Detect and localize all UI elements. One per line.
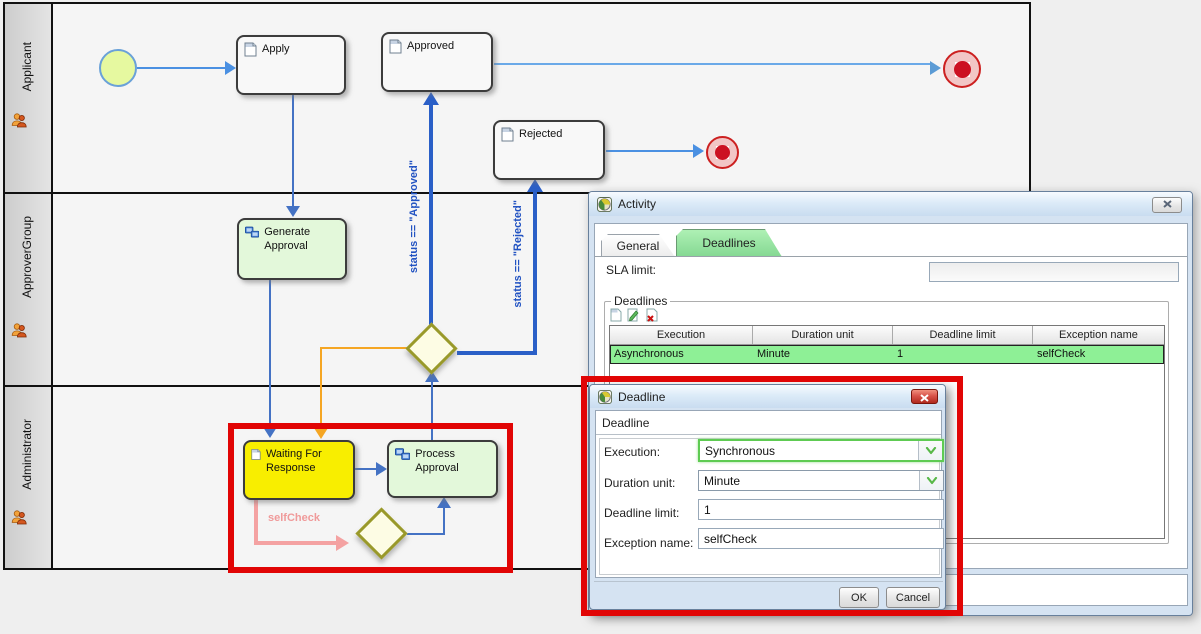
tab-baseline <box>595 256 1187 257</box>
flow-gateway-to-approved[interactable] <box>429 102 433 326</box>
flow-loop-back[interactable] <box>320 347 322 429</box>
highlight-rectangle-dialog <box>581 376 963 616</box>
lane-divider <box>5 192 51 194</box>
deadlines-table-header[interactable]: Execution Duration unit Deadline limit E… <box>610 326 1164 345</box>
start-event[interactable] <box>99 49 137 87</box>
lane-label-applicant[interactable]: Applicant <box>20 42 34 91</box>
connector-icon <box>245 225 259 240</box>
flow-apply-to-generate[interactable] <box>292 95 294 207</box>
sla-limit-label: SLA limit: <box>606 263 656 277</box>
delete-deadline-icon[interactable] <box>645 308 660 323</box>
task-generate-approval[interactable]: Generate Approval <box>237 218 347 280</box>
column-header[interactable]: Deadline limit <box>893 326 1033 344</box>
lane-actor-icon <box>11 112 27 133</box>
task-rejected[interactable]: Rejected <box>493 120 605 180</box>
activity-dialog-title: Activity <box>618 197 656 211</box>
document-icon <box>389 39 402 54</box>
flow-loop-back[interactable] <box>321 347 407 349</box>
arrowhead <box>423 92 439 105</box>
cell-exception-name: selfCheck <box>1033 345 1164 364</box>
task-label: Approved <box>407 39 454 54</box>
flow-start-to-apply[interactable] <box>137 67 227 69</box>
lane-divider <box>5 385 51 387</box>
table-row[interactable]: Asynchronous Minute 1 selfCheck <box>610 345 1164 364</box>
flow-rejected-to-end[interactable] <box>606 150 696 152</box>
document-icon <box>501 127 514 142</box>
arrowhead <box>225 61 236 75</box>
app-logo-icon <box>597 197 612 212</box>
column-header[interactable]: Execution <box>610 326 753 344</box>
lane-actor-icon <box>11 322 27 343</box>
add-deadline-icon[interactable] <box>609 308 624 323</box>
arrowhead <box>286 206 300 217</box>
deadlines-group-label: Deadlines <box>611 294 670 308</box>
end-event[interactable] <box>943 50 981 88</box>
cell-execution: Asynchronous <box>610 345 753 364</box>
flow-gateway-to-rejected[interactable] <box>457 351 537 355</box>
arrowhead <box>693 144 704 158</box>
close-icon[interactable] <box>1152 197 1182 213</box>
task-apply[interactable]: Apply <box>236 35 346 95</box>
workflow-editor-screen: Applicant ApproverGroup Administrator <box>0 0 1201 634</box>
edit-deadline-icon[interactable] <box>626 308 641 323</box>
sla-limit-input[interactable] <box>929 262 1179 282</box>
task-label: Apply <box>262 42 290 57</box>
task-label: Rejected <box>519 127 562 142</box>
lane-label-administrator[interactable]: Administrator <box>20 419 34 490</box>
cell-deadline-limit: 1 <box>893 345 1033 364</box>
activity-dialog-titlebar[interactable]: Activity <box>589 192 1192 216</box>
flow-approved-to-end[interactable] <box>494 63 932 65</box>
tab-deadlines[interactable]: Deadlines <box>676 229 782 257</box>
task-approved[interactable]: Approved <box>381 32 493 92</box>
end-event-inner-dot <box>715 145 730 160</box>
highlight-rectangle-diagram <box>228 423 513 573</box>
flow-generate-to-waiting[interactable] <box>269 280 271 428</box>
task-label: Generate Approval <box>264 225 341 254</box>
lane-header-column: Applicant ApproverGroup Administrator <box>5 4 53 568</box>
flow-condition-label-approved: status == "Approved" <box>408 160 420 273</box>
end-event[interactable] <box>706 136 739 169</box>
cell-duration-unit: Minute <box>753 345 893 364</box>
column-header[interactable]: Duration unit <box>753 326 893 344</box>
arrowhead <box>527 179 543 192</box>
arrowhead <box>930 61 941 75</box>
document-icon <box>244 42 257 57</box>
flow-condition-label-rejected: status == "Rejected" <box>512 200 524 308</box>
flow-gateway-to-rejected[interactable] <box>533 188 537 355</box>
column-header[interactable]: Exception name <box>1033 326 1164 344</box>
lane-label-approvergroup[interactable]: ApproverGroup <box>20 216 34 298</box>
end-event-inner-dot <box>954 61 971 78</box>
lane-actor-icon <box>11 509 27 530</box>
